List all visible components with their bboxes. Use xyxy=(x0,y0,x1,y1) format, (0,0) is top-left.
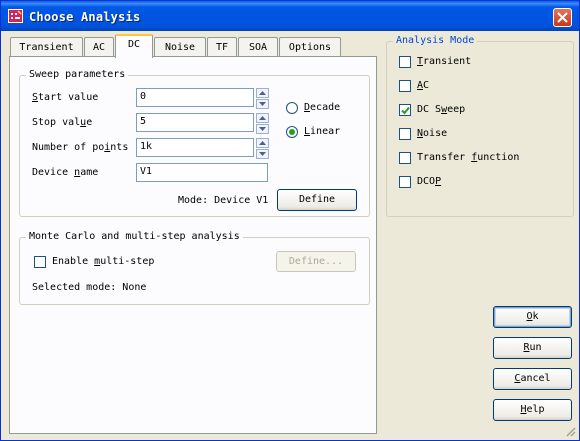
monte-carlo-title: Monte Carlo and multi-step analysis xyxy=(26,231,243,243)
decade-label[interactable]: Decade xyxy=(304,102,340,113)
app-icon xyxy=(8,9,23,23)
spin-down-icon[interactable] xyxy=(256,99,269,109)
enable-multistep-checkbox[interactable] xyxy=(34,256,46,268)
number-of-points-spinner[interactable] xyxy=(256,138,269,159)
mode-text: Mode: Device V1 xyxy=(178,195,269,206)
transient-checkbox[interactable] xyxy=(399,56,411,68)
sweep-parameters-title: Sweep parameters xyxy=(26,69,129,81)
start-value-spinner[interactable] xyxy=(256,88,269,109)
dc-sweep-checkbox[interactable] xyxy=(399,104,411,116)
analysis-mode-group: Analysis Mode Transient AC DC Sweep Nois… xyxy=(386,35,574,217)
define-multistep-button[interactable]: Define... xyxy=(276,251,356,272)
device-name-input[interactable]: V1 xyxy=(136,163,268,182)
tab-tf[interactable]: TF xyxy=(207,37,237,57)
window-title: Choose Analysis xyxy=(29,10,141,24)
stop-value-spinner[interactable] xyxy=(256,113,269,134)
choose-analysis-dialog: Choose Analysis Transient AC DC Noise TF… xyxy=(0,0,580,441)
spin-down-icon[interactable] xyxy=(256,124,269,134)
spin-up-icon[interactable] xyxy=(256,138,269,148)
dc-sweep-mode-label[interactable]: DC Sweep xyxy=(417,104,465,115)
spin-down-icon[interactable] xyxy=(256,149,269,159)
stop-value-input[interactable]: 5 xyxy=(136,113,254,132)
ac-mode-label[interactable]: AC xyxy=(417,80,429,91)
start-value-label: Start value xyxy=(32,92,99,103)
dc-tab-panel: Sweep parameters Start value 0 Stop valu… xyxy=(9,56,377,434)
number-of-points-label: Number of points xyxy=(32,142,129,153)
noise-mode-label[interactable]: Noise xyxy=(417,128,447,139)
analysis-mode-title: Analysis Mode xyxy=(393,35,478,47)
selected-mode-text: Selected mode: None xyxy=(32,282,147,293)
resize-grip-icon[interactable] xyxy=(564,425,576,437)
enable-multistep-label[interactable]: Enable multi-step xyxy=(52,256,154,267)
dcop-checkbox[interactable] xyxy=(399,176,411,188)
close-button[interactable] xyxy=(553,8,572,27)
linear-radio[interactable] xyxy=(286,126,298,138)
device-name-label: Device name xyxy=(32,167,99,178)
noise-checkbox[interactable] xyxy=(399,128,411,140)
spin-up-icon[interactable] xyxy=(256,113,269,123)
ok-button[interactable]: Ok xyxy=(493,306,572,328)
transient-mode-label[interactable]: Transient xyxy=(417,56,471,67)
sweep-parameters-group: Sweep parameters Start value 0 Stop valu… xyxy=(19,69,370,217)
help-button[interactable]: Help xyxy=(493,399,572,421)
define-button[interactable]: Define xyxy=(277,189,357,211)
start-value-input[interactable]: 0 xyxy=(136,88,254,107)
tab-noise[interactable]: Noise xyxy=(154,37,206,57)
stop-value-label: Stop value xyxy=(32,117,93,128)
tab-options[interactable]: Options xyxy=(279,37,341,57)
number-of-points-input[interactable]: 1k xyxy=(136,138,254,157)
transfer-function-checkbox[interactable] xyxy=(399,152,411,164)
checkmark-icon xyxy=(401,106,410,115)
ac-checkbox[interactable] xyxy=(399,80,411,92)
linear-label[interactable]: Linear xyxy=(304,126,340,137)
monte-carlo-group: Monte Carlo and multi-step analysis Enab… xyxy=(19,231,370,305)
run-button[interactable]: Run xyxy=(493,337,572,359)
tab-ac[interactable]: AC xyxy=(84,37,114,57)
tab-soa[interactable]: SOA xyxy=(238,37,278,57)
tab-dc[interactable]: DC xyxy=(115,34,153,58)
cancel-button[interactable]: Cancel xyxy=(493,368,572,390)
dcop-mode-label[interactable]: DCOP xyxy=(417,176,441,187)
spin-up-icon[interactable] xyxy=(256,88,269,98)
title-bar[interactable]: Choose Analysis xyxy=(1,1,579,31)
decade-radio[interactable] xyxy=(286,102,298,114)
close-icon xyxy=(557,12,568,23)
tab-transient[interactable]: Transient xyxy=(10,37,83,57)
transfer-function-mode-label[interactable]: Transfer function xyxy=(417,152,519,163)
